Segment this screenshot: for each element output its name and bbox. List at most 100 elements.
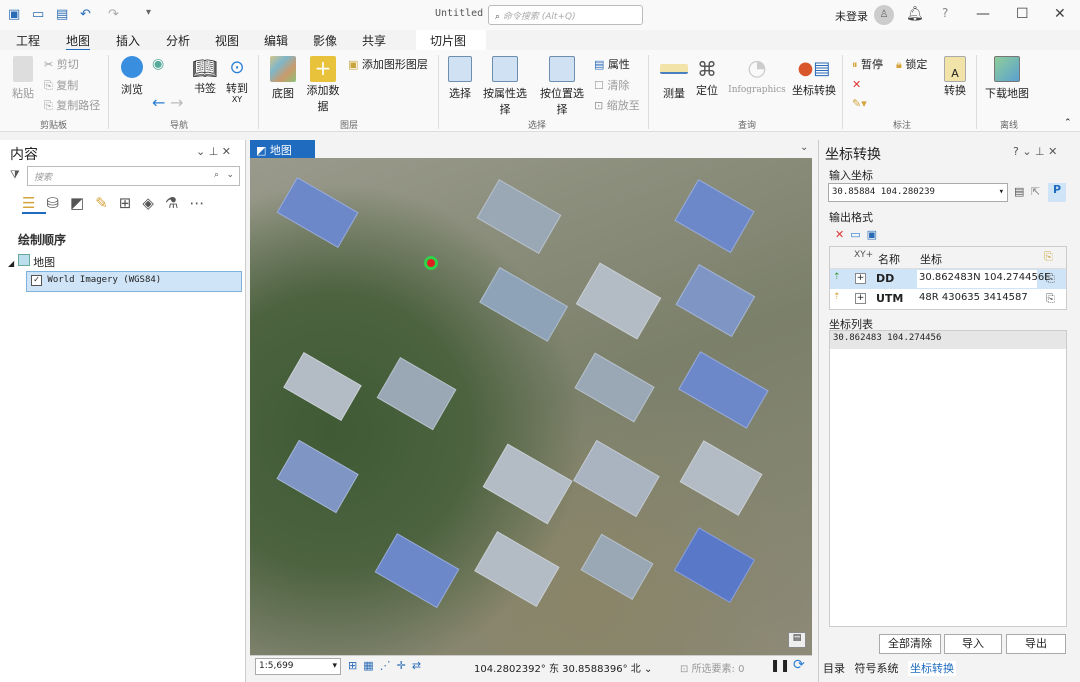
add-graphics-layer-button[interactable]: ▣ 添加图形图层 xyxy=(348,56,428,72)
editing-icon[interactable]: ✎ xyxy=(95,194,119,212)
snapping-icon[interactable]: ⋰ xyxy=(380,659,397,672)
import-button[interactable]: 导入 xyxy=(944,634,1002,654)
convert-labels-button[interactable]: A 转换 xyxy=(942,56,968,98)
back-icon[interactable]: ← xyxy=(152,93,165,112)
coordinate-list-icon[interactable]: ▤ xyxy=(1014,185,1024,198)
basemap-button[interactable]: 底图 xyxy=(268,56,298,101)
pause-labels-button[interactable]: ⏸ 暂停 xyxy=(852,56,883,72)
drawing-order-icon[interactable]: ☰ xyxy=(22,194,47,214)
label-options-icon[interactable]: ✎▾ xyxy=(852,97,867,110)
tab-insert[interactable]: 插入 xyxy=(116,32,140,49)
zoom-to-button[interactable]: ⊡ 缩放至 xyxy=(594,97,640,113)
tab-edit[interactable]: 编辑 xyxy=(264,32,288,49)
contents-search-input[interactable]: 搜索 ⌕ ⌄ xyxy=(27,166,240,186)
clear-all-button[interactable]: 全部清除 xyxy=(879,634,941,654)
add-data-button[interactable]: + 添加数据 xyxy=(302,56,344,114)
redo-icon[interactable]: ↷ xyxy=(108,7,124,22)
labeling-icon[interactable]: ◈ xyxy=(142,194,165,212)
tab-map-view[interactable]: ◩ 地图 ✕ xyxy=(250,140,315,171)
locate-button[interactable]: ⌘ 定位 xyxy=(694,56,720,98)
chevron-down-icon[interactable]: ⌄ xyxy=(644,664,652,675)
selection-icon[interactable]: ◩ xyxy=(70,194,95,212)
help-button[interactable]: ? xyxy=(942,6,948,20)
save-icon[interactable]: ▣ xyxy=(867,228,883,241)
visibility-checkbox[interactable]: ✓ xyxy=(31,275,42,286)
tab-imagery[interactable]: 影像 xyxy=(313,32,337,49)
filter-icon[interactable]: ⧩ xyxy=(10,168,20,182)
pause-drawing-button[interactable]: ❚❚ xyxy=(770,658,790,672)
measure-button[interactable]: 测量 xyxy=(658,56,690,101)
copy-icon[interactable]: ⎘ xyxy=(1046,292,1055,306)
tab-list-icon[interactable]: ⌄ xyxy=(800,142,808,153)
coordinate-conversion-button[interactable]: ●▤ 坐标转换 xyxy=(792,56,836,98)
customize-icon[interactable]: ▾ xyxy=(146,7,162,21)
tab-tile-layer[interactable]: 切片图层 xyxy=(416,30,486,65)
list-item[interactable]: 30.862483 104.274456 xyxy=(830,331,1066,349)
chat-icon[interactable]: ▤ xyxy=(788,632,806,648)
add-format-icon[interactable]: XY+ xyxy=(854,250,873,260)
crosshair-icon[interactable]: ✛ xyxy=(397,659,412,672)
undo-icon[interactable]: ↶ xyxy=(80,7,96,22)
full-extent-icon[interactable]: ◉ xyxy=(152,56,164,72)
remove-labels-icon[interactable]: ✕ xyxy=(852,78,861,91)
table-icon[interactable]: ▦ xyxy=(363,659,379,672)
expand-icon[interactable]: + xyxy=(855,293,866,304)
scale-selector[interactable]: 1:5,699 ▾ xyxy=(255,658,341,675)
copy-button[interactable]: ⎘ 复制 xyxy=(44,77,78,93)
close-button[interactable]: ✕ xyxy=(1054,6,1066,22)
open-icon[interactable]: ▭ xyxy=(32,7,48,22)
more-icon[interactable]: ⋯ xyxy=(189,194,215,212)
bookmarks-button[interactable]: 📖︎ 书签 xyxy=(190,56,220,96)
forward-icon[interactable]: → xyxy=(170,93,183,112)
snapping-icon[interactable]: ⊞ xyxy=(119,194,143,212)
expand-icon[interactable]: ◢ xyxy=(8,259,14,268)
paste-button[interactable]: 粘贴 xyxy=(10,56,36,101)
sign-in-status[interactable]: 未登录 xyxy=(835,8,868,24)
minimize-button[interactable]: — xyxy=(976,6,990,22)
tab-coordinate-conversion[interactable]: 坐标转换 xyxy=(908,661,956,676)
layer-world-imagery[interactable]: ✓ World Imagery (WGS84) xyxy=(26,271,242,292)
pane-options-icon[interactable]: ⌄ ⊥ ✕ xyxy=(196,145,231,158)
grid-icon[interactable]: ⊞ xyxy=(348,659,363,672)
export-button[interactable]: 导出 xyxy=(1006,634,1066,654)
table-row[interactable]: ⇡ + DD 30.862483N 104.274456E ⎘ xyxy=(830,269,1066,289)
tab-catalog[interactable]: 目录 xyxy=(823,662,845,675)
move-icon[interactable]: ⇡ xyxy=(833,292,841,302)
command-search[interactable]: ⌕ 命令搜索 (Alt+Q) xyxy=(488,5,643,25)
tab-analysis[interactable]: 分析 xyxy=(166,32,190,49)
refresh-icon[interactable]: ⟳ xyxy=(793,657,805,673)
tab-map[interactable]: 地图 xyxy=(66,32,91,51)
map-tree-item[interactable]: ◢ 地图 xyxy=(8,254,55,270)
format-value[interactable]: 30.862483N 104.274456E xyxy=(917,270,1051,288)
data-source-icon[interactable]: ⛁ xyxy=(46,194,70,212)
select-button[interactable]: 选择 xyxy=(446,56,474,101)
cut-button[interactable]: ✂ 剪切 xyxy=(44,56,79,72)
select-by-attributes-button[interactable]: 按属性选择 xyxy=(478,56,532,117)
map-canvas[interactable]: ▤ xyxy=(250,158,812,655)
charts-icon[interactable]: ⚗ xyxy=(165,194,189,212)
tab-share[interactable]: 共享 xyxy=(362,32,386,49)
open-folder-icon[interactable]: ▭ xyxy=(850,228,866,241)
save-icon[interactable]: ▤ xyxy=(56,7,72,22)
move-icon[interactable]: ⇡ xyxy=(833,272,841,282)
tab-project[interactable]: 工程 xyxy=(16,32,40,49)
select-by-location-button[interactable]: 按位置选择 xyxy=(535,56,589,117)
flip-icon[interactable]: ⇄ xyxy=(412,659,427,672)
attributes-button[interactable]: ▤ 属性 xyxy=(594,56,630,72)
add-point-icon[interactable]: P xyxy=(1048,183,1066,202)
infographics-button[interactable]: ◔ Infographics xyxy=(724,56,790,95)
copy-path-button[interactable]: ⎘ 复制路径 xyxy=(44,97,100,113)
delete-icon[interactable]: ✕ xyxy=(835,228,850,241)
lock-labels-button[interactable]: 🔒︎ 锁定 xyxy=(896,56,927,72)
avatar[interactable]: ♙ xyxy=(874,5,894,25)
bell-icon[interactable]: 🔔︎ xyxy=(906,6,924,22)
coordinate-list[interactable]: 30.862483 104.274456 xyxy=(829,330,1067,627)
input-coordinate-field[interactable]: 30.85884 104.280239 ▾ xyxy=(828,183,1008,202)
new-project-icon[interactable]: ▣ xyxy=(8,7,24,22)
tab-view[interactable]: 视图 xyxy=(215,32,239,49)
explore-button[interactable]: 浏览 xyxy=(118,56,146,97)
expand-icon[interactable]: + xyxy=(855,273,866,284)
download-map-button[interactable]: 下载地图 xyxy=(984,56,1030,101)
clear-button[interactable]: ☐ 清除 xyxy=(594,77,629,93)
map-point-tool-icon[interactable]: ⇱ xyxy=(1031,185,1040,198)
